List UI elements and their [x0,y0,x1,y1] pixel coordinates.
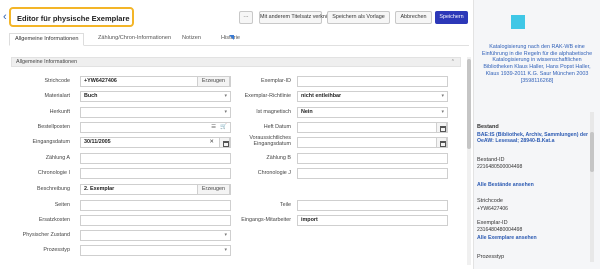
zaehlung-b-label: Zählung B [266,155,291,161]
save-as-template-button[interactable]: Speichern als Vorlage [327,11,390,24]
bestand-id-label: Bestand-ID [477,157,505,163]
tab-bar: Allgemeine Informationen Zählung/Chron-I… [9,33,469,46]
herkunft-label: Herkunft [49,109,70,115]
prozesstyp-label: Prozesstyp [43,247,70,253]
vorauss-eingangsdatum-field[interactable] [297,137,448,148]
beschreibung-field[interactable]: 2. Exemplar Erzeugen [80,184,231,195]
teile-field[interactable] [297,200,448,211]
chronologie-i-label: Chronologie I [37,170,70,176]
chronologie-i-field[interactable] [80,168,231,179]
strichcode-label: Strichcode [44,78,70,84]
ersatzkosten-label: Ersatzkosten [38,217,70,223]
calendar-icon[interactable] [436,138,447,147]
bibliographic-description[interactable]: Katalogisierung nach den RAK-WB eine Ein… [477,44,597,84]
beschreibung-label: Beschreibung [37,186,70,192]
herkunft-select[interactable] [80,107,231,118]
sidebar-strichcode-label: Strichcode [477,198,503,204]
exemplar-richtlinie-label: Exemplar-Richtlinie [244,93,291,99]
form-scrollbar[interactable] [467,57,471,265]
strichcode-value: +YW6427406 [84,78,117,84]
more-actions-button[interactable]: ··· [239,11,253,24]
zaehlung-b-field[interactable] [297,153,448,164]
materialart-label: Materialart [44,93,70,99]
physischer-zustand-select[interactable] [80,230,231,241]
heft-datum-field[interactable] [297,122,448,133]
link-other-title-button[interactable]: Mit anderem Titelsatz verknüpfen [259,11,339,24]
heft-datum-label: Heft Datum [263,124,291,130]
exemplar-richtlinie-select[interactable]: nicht entleihbar [297,91,448,102]
seiten-field[interactable] [80,200,231,211]
book-cover-thumbnail [511,15,525,29]
prozesstyp-select[interactable] [80,245,231,256]
ist-magnetisch-select[interactable]: Nein [297,107,448,118]
sidebar-exemplar-id-value: 2316480480004498 [477,227,523,233]
materialart-select[interactable]: Buch [80,91,231,102]
page-title: Editor für physische Exemplare [9,7,134,27]
strichcode-field[interactable]: +YW6427406 Erzeugen [80,76,231,87]
all-items-link[interactable]: Alle Exemplare ansehen [477,235,595,241]
eingangsdatum-label: Eingangsdatum [32,139,70,145]
cancel-button[interactable]: Abbrechen [395,11,432,24]
sidebar-exemplar-id-label: Exemplar-ID [477,220,508,226]
sidebar-scrollbar[interactable] [590,112,594,262]
collapse-chevron-icon[interactable]: ⌃ [451,58,455,66]
bestand-id-value: 2216480500004498 [477,164,523,170]
ist-magnetisch-label: Ist magnetisch [256,109,291,115]
sidebar-scrollbar-thumb[interactable] [590,132,594,172]
save-button[interactable]: Speichern [435,11,468,24]
chronologie-j-label: Chronologie J [257,170,291,176]
tab-enumeration-chronology[interactable]: Zählung/Chron-Informationen [93,33,176,46]
section-header[interactable]: Allgemeine Informationen ⌃ [11,57,461,67]
beschreibung-value: 2. Exemplar [84,186,115,192]
back-arrow-icon[interactable]: ‹ [3,12,7,23]
sidebar-prozesstyp-label: Prozesstyp [477,254,505,260]
chronologie-j-field[interactable] [297,168,448,179]
form-scrollbar-thumb[interactable] [467,59,471,149]
zaehlung-a-field[interactable] [80,153,231,164]
eingangs-mitarbeiter-label: Eingangs-Mitarbeiter [241,217,291,223]
seiten-label: Seiten [54,202,70,208]
ersatzkosten-field[interactable] [80,215,231,226]
exemplar-id-field[interactable] [297,76,448,87]
sidebar-strichcode-value: +YW6427406 [477,206,509,212]
cart-icon[interactable]: 🛒 [220,123,227,132]
list-icon[interactable]: ☰ [211,123,216,132]
eingangsdatum-value: 30/11/2005 [84,139,111,145]
zaehlung-a-label: Zählung A [45,155,70,161]
all-holdings-link[interactable]: Alle Bestände ansehen [477,182,595,188]
tab-general-info[interactable]: Allgemeine Informationen [9,33,85,46]
exemplar-id-label: Exemplar-ID [261,78,291,84]
eingangs-mitarbeiter-field[interactable]: import [297,215,448,226]
bestand-link[interactable]: BAE:IS (Bibliothek, Archiv, Sammlungen) … [477,132,595,145]
bestellposten-field[interactable]: ☰ 🛒 [80,122,231,133]
vorauss-eingangsdatum-label: Voraussichtliches Eingangsdatum [249,135,291,147]
tab-corner-marker [229,35,234,40]
generate-barcode-button[interactable]: Erzeugen [196,77,230,86]
section-title: Allgemeine Informationen [16,59,78,65]
bestellposten-label: Bestellposten [37,124,70,130]
bestand-label: Bestand [477,124,499,130]
eingangsdatum-field[interactable]: 30/11/2005 ✕ [80,137,231,148]
physischer-zustand-label: Physischer Zustand [22,232,70,238]
teile-label: Teile [279,202,291,208]
tab-notes[interactable]: Notizen [177,33,206,46]
clear-icon[interactable]: ✕ [209,138,214,147]
calendar-icon[interactable] [436,123,447,132]
generate-description-button[interactable]: Erzeugen [196,185,230,194]
